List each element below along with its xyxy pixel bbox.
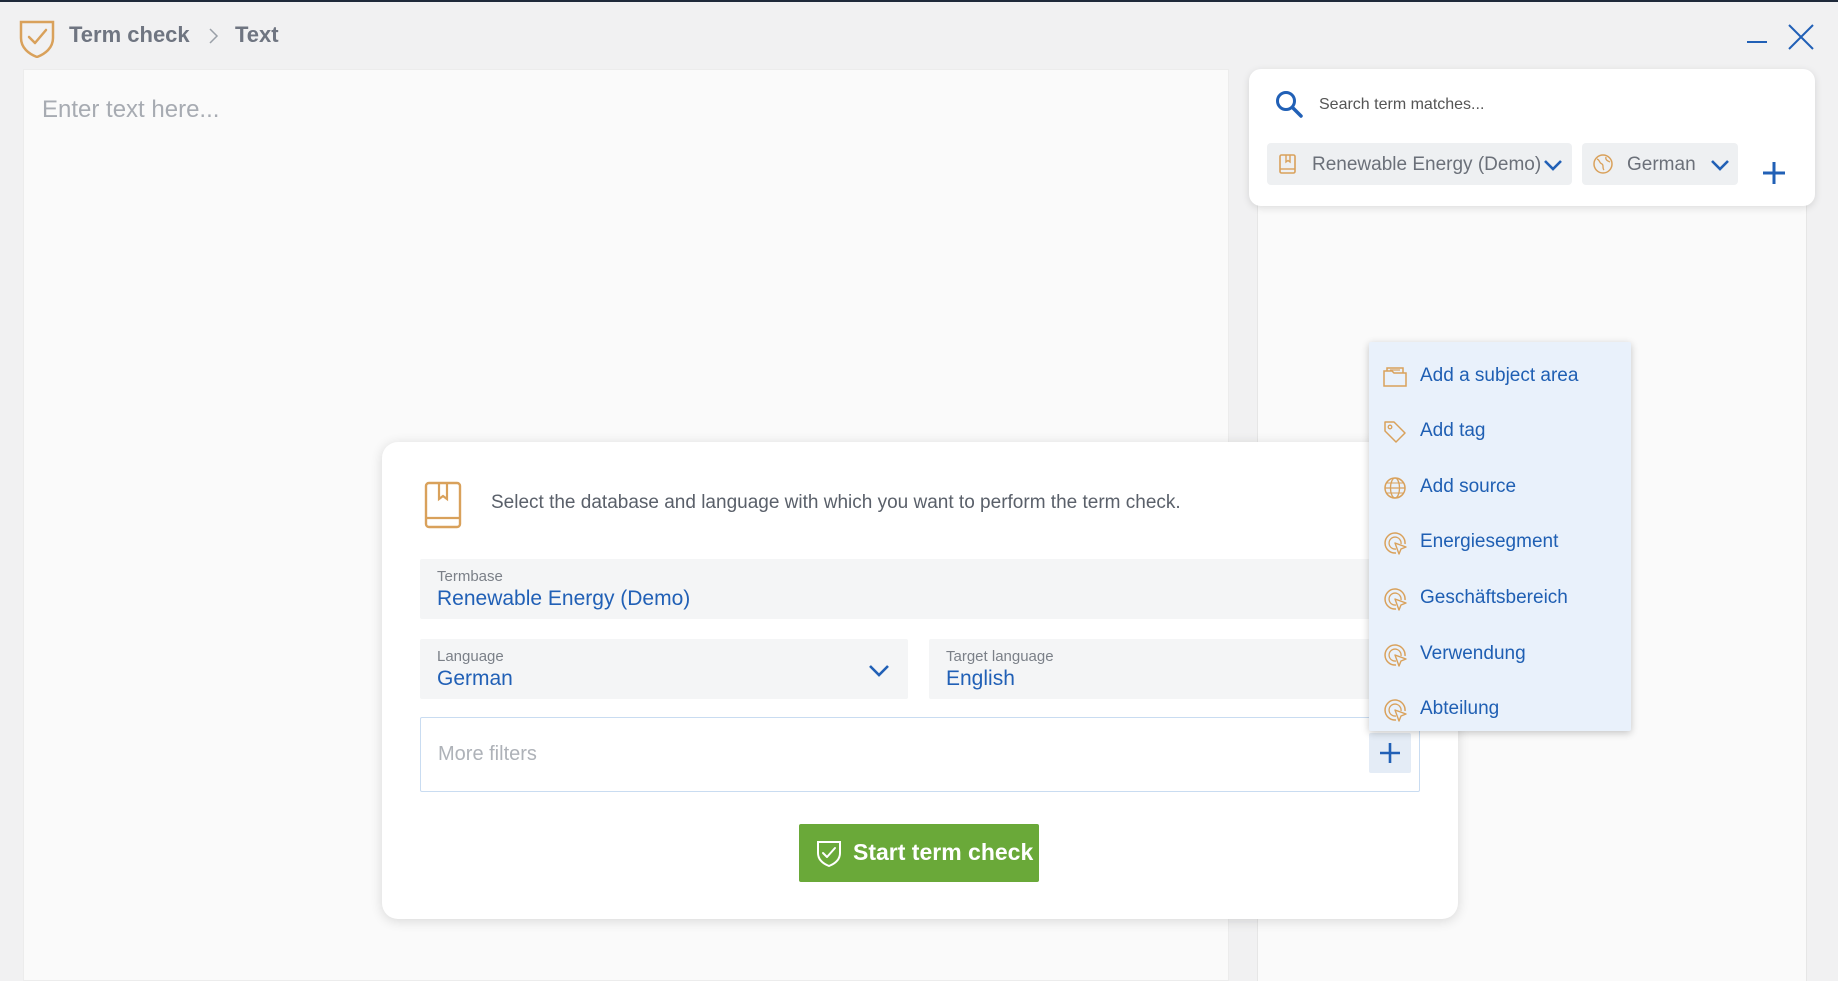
chevron-down-icon — [1711, 160, 1729, 171]
search-card: Renewable Energy (Demo) German — [1249, 69, 1815, 206]
termbase-label: Termbase — [437, 568, 503, 585]
attribute-icon — [1384, 699, 1407, 722]
target-language-value: English — [946, 667, 1015, 690]
attribute-icon — [1384, 644, 1407, 667]
menu-item-label: Geschäftsbereich — [1420, 587, 1568, 608]
language-value: German — [437, 667, 513, 690]
target-language-label: Target language — [946, 648, 1054, 665]
globe-icon — [1593, 154, 1613, 174]
menu-item-add-source[interactable]: Add source — [1369, 463, 1631, 511]
editor-placeholder: Enter text here... — [42, 96, 220, 123]
chevron-right-icon — [209, 28, 219, 44]
menu-item-energiesegment[interactable]: Energiesegment — [1369, 518, 1631, 566]
attribute-icon — [1384, 532, 1407, 555]
target-language-select[interactable]: Target language English — [929, 639, 1440, 699]
dialog-instruction: Select the database and language with wh… — [491, 492, 1181, 513]
minimize-icon[interactable] — [1746, 30, 1768, 44]
language-select[interactable]: Language German — [420, 639, 908, 699]
menu-item-label: Add source — [1420, 476, 1517, 497]
chevron-down-icon — [1544, 160, 1562, 171]
folder-icon — [1383, 367, 1407, 387]
menu-item-add-subject-area[interactable]: Add a subject area — [1369, 352, 1631, 400]
menu-item-label: Add tag — [1420, 420, 1486, 441]
termbase-chip[interactable]: Renewable Energy (Demo) — [1267, 143, 1572, 185]
start-term-check-label: Start term check — [853, 839, 1034, 865]
breadcrumb-text: Text — [235, 22, 279, 47]
menu-item-abteilung[interactable]: Abteilung — [1369, 685, 1631, 733]
add-filter-button[interactable] — [1369, 733, 1411, 773]
term-check-shield-icon — [19, 20, 55, 58]
menu-item-label: Add a subject area — [1420, 365, 1579, 386]
plus-icon — [1380, 743, 1400, 763]
menu-item-label: Energiesegment — [1420, 531, 1559, 552]
language-label: Language — [437, 648, 504, 665]
menu-item-label: Abteilung — [1420, 698, 1500, 719]
search-term-matches-input[interactable] — [1319, 93, 1779, 117]
add-filter-plus-icon[interactable] — [1760, 159, 1788, 187]
menu-item-verwendung[interactable]: Verwendung — [1369, 630, 1631, 678]
chevron-down-icon — [869, 665, 889, 677]
termbase-chip-label: Renewable Energy (Demo) — [1312, 154, 1542, 175]
close-icon[interactable] — [1786, 22, 1816, 52]
menu-item-label: Verwendung — [1420, 643, 1526, 664]
menu-item-add-tag[interactable]: Add tag — [1369, 407, 1631, 455]
shield-check-icon — [817, 841, 841, 867]
term-check-setup-dialog: Select the database and language with wh… — [382, 442, 1458, 919]
more-filters-field[interactable]: More filters — [420, 717, 1420, 792]
tag-icon — [1384, 421, 1406, 443]
more-filters-placeholder: More filters — [438, 743, 537, 765]
breadcrumb-term-check[interactable]: Term check — [69, 22, 190, 48]
language-chip-label: German — [1627, 154, 1696, 175]
termbase-field[interactable]: Termbase Renewable Energy (Demo) — [420, 559, 1440, 619]
add-filter-menu: Add a subject area Add tag Add source En… — [1369, 342, 1631, 731]
language-chip[interactable]: German — [1582, 143, 1738, 185]
header: Term check Text — [0, 2, 1838, 68]
book-icon — [424, 481, 462, 529]
termbase-value: Renewable Energy (Demo) — [437, 587, 691, 610]
search-icon — [1276, 91, 1303, 118]
globe-icon — [1384, 477, 1406, 499]
start-term-check-button[interactable]: Start term check — [799, 824, 1039, 882]
attribute-icon — [1384, 588, 1407, 611]
menu-item-geschaeftsbereich[interactable]: Geschäftsbereich — [1369, 574, 1631, 622]
book-icon — [1279, 154, 1296, 174]
